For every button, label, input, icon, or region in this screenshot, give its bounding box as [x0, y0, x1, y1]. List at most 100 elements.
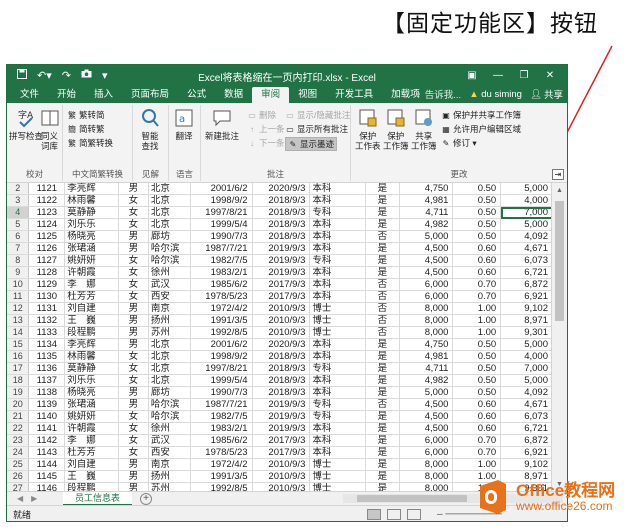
cell-birth-date[interactable]: 1998/9/2 [190, 350, 253, 363]
cell-employee-id[interactable]: 1146 [28, 482, 66, 491]
cell-birth-date[interactable]: 1992/8/5 [190, 326, 253, 339]
cell-employee-id[interactable]: 1132 [28, 314, 66, 327]
cell-salary[interactable]: 4,500 [399, 410, 454, 423]
cell-birth-date[interactable]: 1997/8/21 [190, 362, 253, 375]
cell-education[interactable]: 本科 [309, 350, 366, 363]
cell-flag[interactable]: 否 [365, 314, 400, 327]
delete-comment-button[interactable]: ▭ 删除 [247, 109, 276, 121]
protect-workbook-button[interactable]: 保护 工作簿 [383, 107, 409, 151]
cell-hire-date[interactable]: 2018/9/3 [252, 206, 311, 219]
row-header[interactable]: 18 [7, 374, 30, 387]
convert-button[interactable]: 繁简繁转换 [67, 137, 113, 149]
cell-education[interactable]: 本科 [309, 386, 366, 399]
cell-amount[interactable]: 4,092 [500, 386, 553, 399]
cell-employee-id[interactable]: 1129 [28, 278, 66, 291]
cell-flag[interactable]: 是 [365, 183, 400, 195]
cell-hire-date[interactable]: 2018/9/3 [252, 218, 311, 231]
cell-salary[interactable]: 4,711 [399, 362, 454, 375]
cell-hire-date[interactable]: 2010/9/3 [252, 470, 311, 483]
simp-to-trad-button[interactable]: 簡简转繁 [67, 123, 105, 135]
cell-salary[interactable]: 4,500 [399, 254, 454, 267]
cell-coefficient[interactable]: 1.00 [452, 326, 502, 339]
cell-gender[interactable]: 女 [118, 350, 149, 363]
cell-city[interactable]: 徐州 [148, 422, 191, 435]
cell-coefficient[interactable]: 0.50 [452, 206, 502, 219]
row-header[interactable]: 22 [7, 422, 30, 435]
row-header[interactable]: 24 [7, 446, 30, 459]
cell-birth-date[interactable]: 1982/7/5 [190, 254, 253, 267]
cell-gender[interactable]: 男 [118, 183, 149, 195]
cell-hire-date[interactable]: 2017/9/3 [252, 434, 311, 447]
cell-salary[interactable]: 8,000 [399, 326, 454, 339]
row-header[interactable]: 6 [7, 230, 30, 243]
cell-city[interactable]: 扬州 [148, 470, 191, 483]
cell-city[interactable]: 北京 [148, 362, 191, 375]
cell-employee-name[interactable]: 李亮辉 [64, 338, 120, 351]
cell-birth-date[interactable]: 1991/3/5 [190, 470, 253, 483]
pin-ribbon-button[interactable]: ⇥ [552, 169, 564, 180]
cell-education[interactable]: 专科 [309, 254, 366, 267]
cell-amount[interactable]: 4,671 [500, 398, 553, 411]
cell-amount[interactable]: 6,872 [500, 278, 553, 291]
row-header[interactable]: 13 [7, 314, 30, 327]
row-header[interactable]: 25 [7, 458, 30, 471]
cell-employee-name[interactable]: 王 巍 [64, 314, 120, 327]
row-header[interactable]: 26 [7, 470, 30, 483]
cell-gender[interactable]: 女 [118, 422, 149, 435]
cell-coefficient[interactable]: 0.50 [452, 386, 502, 399]
cell-flag[interactable]: 否 [365, 290, 400, 303]
sheet-prev-icon[interactable]: ◀ [17, 494, 23, 503]
cell-salary[interactable]: 8,000 [399, 314, 454, 327]
cell-hire-date[interactable]: 2017/9/3 [252, 278, 311, 291]
cell-birth-date[interactable]: 1972/4/2 [190, 302, 253, 315]
cell-amount[interactable]: 7,000 [500, 206, 553, 219]
cell-employee-id[interactable]: 1130 [28, 290, 66, 303]
cell-city[interactable]: 哈尔滨 [148, 410, 191, 423]
cell-employee-id[interactable]: 1145 [28, 470, 66, 483]
cell-salary[interactable]: 4,982 [399, 218, 454, 231]
cell-employee-id[interactable]: 1135 [28, 350, 66, 363]
row-header[interactable]: 19 [7, 386, 30, 399]
cell-education[interactable]: 博士 [309, 302, 366, 315]
cell-employee-id[interactable]: 1133 [28, 326, 66, 339]
cell-gender[interactable]: 女 [118, 266, 149, 279]
cell-employee-name[interactable]: 段程鹏 [64, 482, 120, 491]
worksheet-grid[interactable]: 2 1121 李亮辉男北京 2001/6/2 2020/9/3 本科是 4,750 0.50 5… [7, 183, 553, 491]
cell-employee-name[interactable]: 杨晓亮 [64, 230, 120, 243]
cell-hire-date[interactable]: 2018/9/3 [252, 230, 311, 243]
cell-salary[interactable]: 4,982 [399, 374, 454, 387]
cell-employee-name[interactable]: 王 巍 [64, 470, 120, 483]
cell-gender[interactable]: 女 [118, 374, 149, 387]
cell-gender[interactable]: 男 [118, 458, 149, 471]
cell-birth-date[interactable]: 2001/6/2 [190, 338, 253, 351]
cell-birth-date[interactable]: 1997/8/21 [190, 206, 253, 219]
cell-education[interactable]: 专科 [309, 206, 366, 219]
cell-hire-date[interactable]: 2010/9/3 [252, 458, 311, 471]
cell-salary[interactable]: 6,000 [399, 434, 454, 447]
cell-employee-id[interactable]: 1142 [28, 434, 66, 447]
qat-customize-icon[interactable]: ▾ [102, 69, 108, 82]
cell-city[interactable]: 廊坊 [148, 230, 191, 243]
cell-flag[interactable]: 是 [365, 374, 400, 387]
cell-employee-name[interactable]: 莫静静 [64, 206, 120, 219]
cell-amount[interactable]: 4,000 [500, 350, 553, 363]
cell-city[interactable]: 北京 [148, 350, 191, 363]
row-header[interactable]: 5 [7, 218, 30, 231]
cell-birth-date[interactable]: 2001/6/2 [190, 183, 253, 195]
cell-employee-name[interactable]: 许朝霞 [64, 422, 120, 435]
cell-hire-date[interactable]: 2020/9/3 [252, 338, 311, 351]
row-header[interactable]: 10 [7, 278, 30, 291]
cell-flag[interactable]: 是 [365, 482, 400, 491]
cell-employee-id[interactable]: 1131 [28, 302, 66, 315]
camera-icon[interactable] [81, 69, 92, 81]
cell-employee-name[interactable]: 李 娜 [64, 434, 120, 447]
cell-employee-id[interactable]: 1123 [28, 206, 66, 219]
scroll-up-icon[interactable]: ▲ [552, 183, 567, 197]
cell-hire-date[interactable]: 2010/9/3 [252, 302, 311, 315]
cell-birth-date[interactable]: 1987/7/21 [190, 398, 253, 411]
cell-gender[interactable]: 女 [118, 254, 149, 267]
cell-birth-date[interactable]: 1990/7/3 [190, 386, 253, 399]
cell-hire-date[interactable]: 2018/9/3 [252, 386, 311, 399]
cell-coefficient[interactable]: 0.60 [452, 398, 502, 411]
cell-gender[interactable]: 女 [118, 194, 149, 207]
